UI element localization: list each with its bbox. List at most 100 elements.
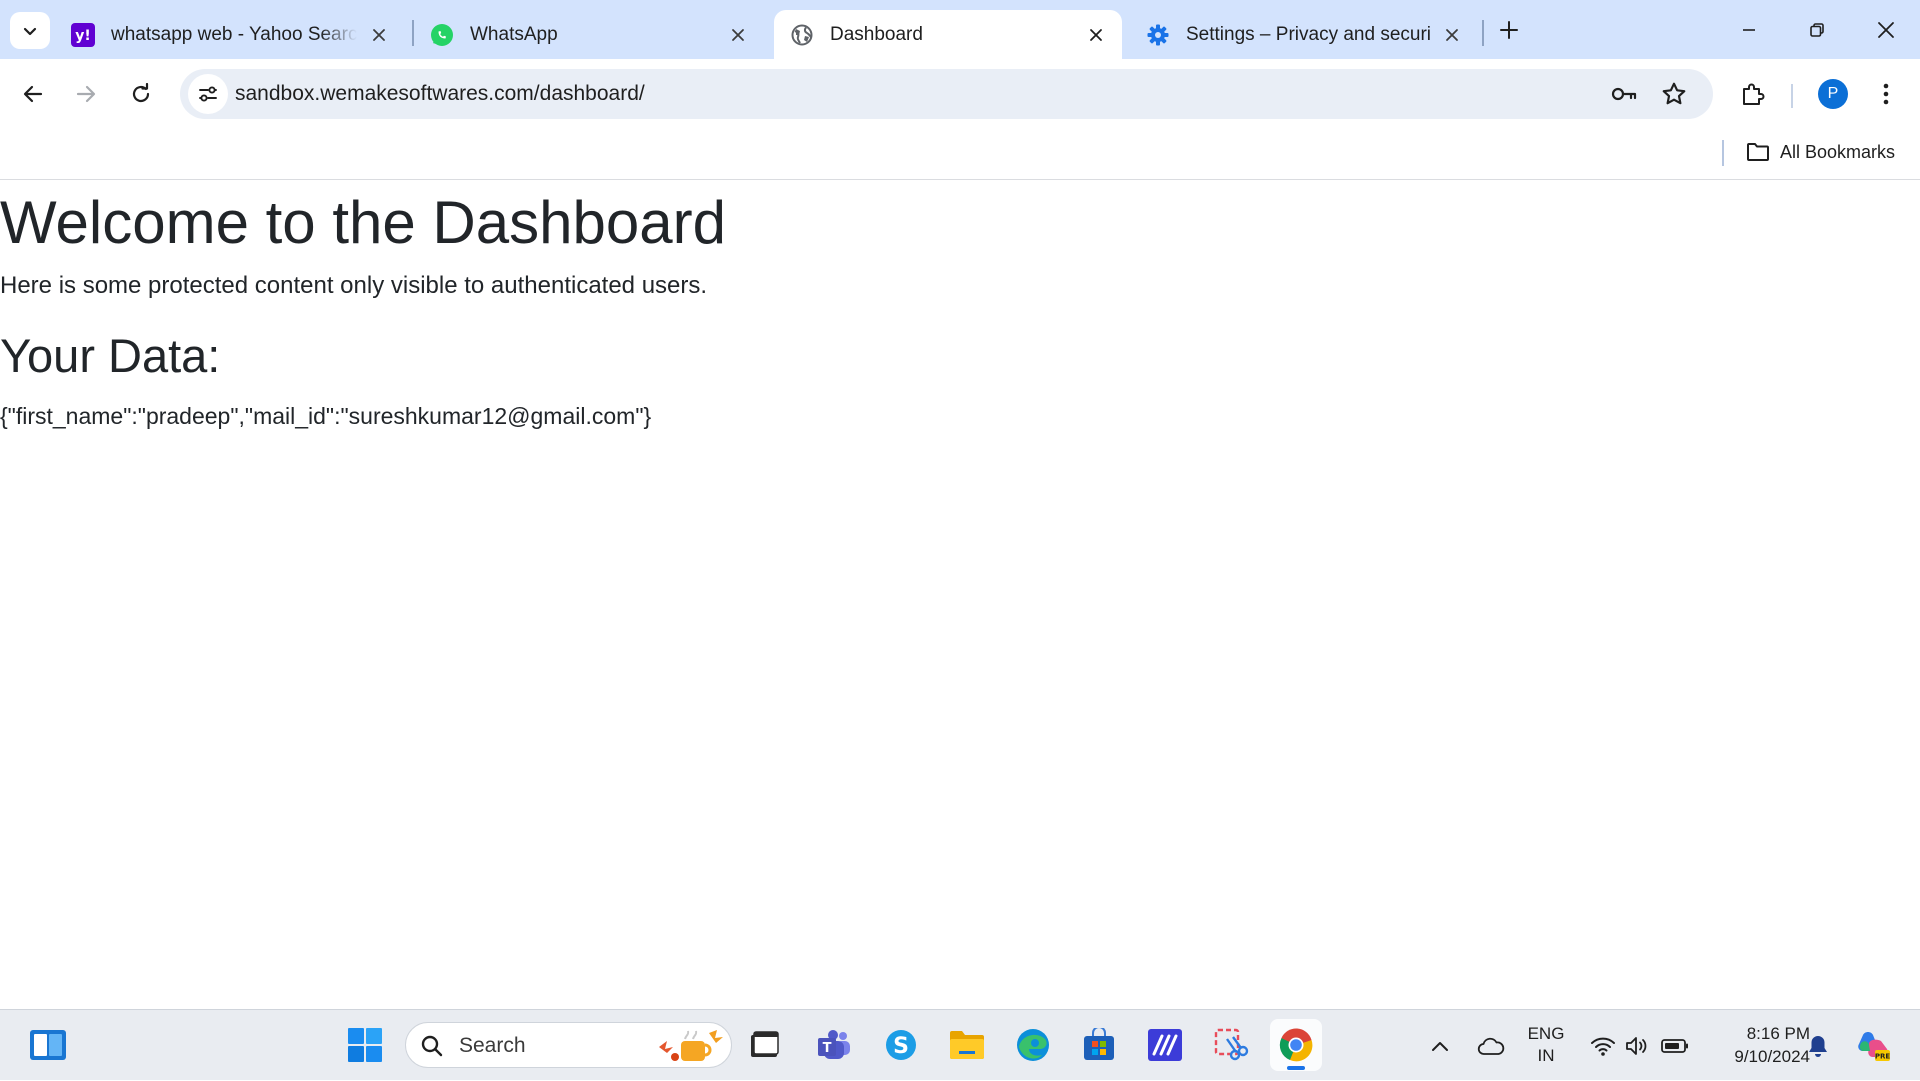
store-icon: [1084, 1028, 1114, 1060]
speaker-icon: [1626, 1036, 1647, 1055]
tab-strip: y! whatsapp web - Yahoo Search R WhatsAp…: [0, 0, 1920, 59]
address-bar[interactable]: sandbox.wemakesoftwares.com/dashboard/: [180, 69, 1713, 119]
taskbar-search[interactable]: Search: [405, 1022, 732, 1068]
taskbar-app-snipping-tool[interactable]: [1205, 1019, 1257, 1071]
taskbar-app-file-explorer[interactable]: [941, 1019, 993, 1071]
scissors-icon: [1214, 1028, 1249, 1061]
app-icon: [1148, 1029, 1182, 1061]
clock-time: 8:16 PM: [1746, 1024, 1810, 1043]
battery-icon: [1661, 1038, 1688, 1053]
tab-settings[interactable]: Settings – Privacy and security: [1130, 10, 1478, 59]
taskbar-app-store[interactable]: [1073, 1019, 1125, 1071]
taskbar-app-chrome[interactable]: [1270, 1019, 1322, 1071]
plus-icon: [1500, 21, 1518, 39]
password-key-button[interactable]: [1608, 78, 1640, 110]
back-button[interactable]: [13, 74, 53, 114]
profile-button[interactable]: P: [1813, 74, 1853, 114]
cloud-icon: [1477, 1037, 1505, 1055]
tab-title: WhatsApp: [470, 23, 558, 45]
chevron-up-icon: [1432, 1041, 1448, 1051]
tab-search-button[interactable]: [10, 12, 50, 49]
tab-title: Dashboard: [830, 23, 923, 45]
bookmarks-separator: [1722, 140, 1724, 166]
close-icon[interactable]: [1440, 23, 1464, 47]
clock[interactable]: 8:16 PM 9/10/2024: [1700, 1022, 1810, 1068]
onedrive-button[interactable]: [1474, 1010, 1508, 1081]
tab-whatsapp[interactable]: WhatsApp: [414, 10, 764, 59]
search-placeholder: Search: [459, 1034, 526, 1057]
folder-icon: [1747, 143, 1769, 161]
tab-title: Settings – Privacy and security: [1186, 23, 1430, 45]
wifi-icon: [1591, 1037, 1615, 1056]
close-icon[interactable]: [726, 23, 750, 47]
page-title: Welcome to the Dashboard: [0, 189, 726, 256]
data-heading: Your Data:: [0, 329, 221, 382]
reload-button[interactable]: [121, 74, 161, 114]
edge-icon: [1017, 1029, 1049, 1061]
tab-yahoo-search[interactable]: y! whatsapp web - Yahoo Search R: [55, 10, 405, 59]
active-indicator: [1287, 1066, 1305, 1070]
bell-icon: [1809, 1035, 1827, 1057]
url-text[interactable]: sandbox.wemakesoftwares.com/dashboard/: [235, 82, 645, 106]
gear-icon: [1146, 23, 1170, 47]
copilot-button[interactable]: PRE: [1852, 1010, 1894, 1081]
volume-button[interactable]: [1622, 1010, 1652, 1081]
site-info-button[interactable]: [188, 74, 228, 114]
close-icon[interactable]: [367, 23, 391, 47]
region-code: IN: [1537, 1046, 1555, 1065]
forward-button[interactable]: [66, 74, 106, 114]
close-window-button[interactable]: [1852, 0, 1920, 59]
restore-button[interactable]: [1783, 0, 1851, 59]
taskbar: Search T S ENG IN 8:16 PM 9/10/2024 PRE: [0, 1009, 1920, 1080]
page-content: Welcome to the Dashboard Here is some pr…: [0, 181, 1920, 1009]
notifications-button[interactable]: [1803, 1010, 1833, 1081]
search-icon: [421, 1035, 443, 1057]
svg-text:y!: y!: [75, 28, 91, 44]
globe-icon: [790, 23, 814, 47]
extensions-button[interactable]: [1733, 74, 1773, 114]
tune-icon: [199, 86, 217, 102]
skype-icon: S: [886, 1030, 916, 1060]
taskbar-app-skype[interactable]: S: [875, 1019, 927, 1071]
tab-dashboard[interactable]: Dashboard: [774, 10, 1122, 59]
arrow-right-icon: [76, 85, 96, 103]
all-bookmarks-button[interactable]: All Bookmarks: [1746, 138, 1895, 166]
language-code: ENG: [1527, 1024, 1565, 1043]
start-button[interactable]: [339, 1019, 391, 1071]
bookmarks-bar: All Bookmarks: [0, 132, 1920, 180]
close-icon: [1878, 21, 1894, 38]
browser-toolbar: sandbox.wemakesoftwares.com/dashboard/ P: [0, 59, 1920, 132]
puzzle-icon: [1743, 83, 1765, 105]
yahoo-icon: y!: [71, 22, 95, 47]
svg-text:S: S: [893, 1034, 909, 1059]
tab-separator: [1482, 20, 1484, 46]
chrome-icon: [1279, 1028, 1313, 1062]
wifi-button[interactable]: [1588, 1010, 1618, 1081]
restore-icon: [1810, 22, 1824, 37]
minimize-button[interactable]: [1715, 0, 1783, 59]
close-icon[interactable]: [1084, 23, 1108, 47]
language-indicator[interactable]: ENG IN: [1516, 1023, 1576, 1067]
terminal-icon: [751, 1031, 779, 1057]
taskbar-app-teams[interactable]: T: [808, 1019, 860, 1071]
widgets-icon: [30, 1030, 66, 1060]
arrow-left-icon: [23, 85, 43, 103]
minimize-icon: [1743, 28, 1755, 31]
taskbar-app-edge[interactable]: [1007, 1019, 1059, 1071]
teams-icon: T: [818, 1030, 850, 1059]
widgets-button[interactable]: [22, 1019, 74, 1071]
show-hidden-icons-button[interactable]: [1425, 1010, 1455, 1081]
reload-icon: [132, 83, 150, 103]
taskbar-app-terminal[interactable]: [739, 1019, 791, 1071]
battery-button[interactable]: [1658, 1010, 1692, 1081]
bookmark-star-button[interactable]: [1658, 78, 1690, 110]
tab-title: whatsapp web - Yahoo Search R: [111, 23, 357, 45]
clock-date: 9/10/2024: [1734, 1047, 1810, 1066]
menu-button[interactable]: [1866, 74, 1906, 114]
new-tab-button[interactable]: [1493, 14, 1525, 46]
autumn-tea-icon: [659, 1030, 723, 1061]
toolbar-divider: [1791, 84, 1793, 108]
copilot-icon: PRE: [1858, 1031, 1890, 1061]
taskbar-app-blue-tool[interactable]: [1139, 1019, 1191, 1071]
folder-icon: [950, 1031, 984, 1059]
